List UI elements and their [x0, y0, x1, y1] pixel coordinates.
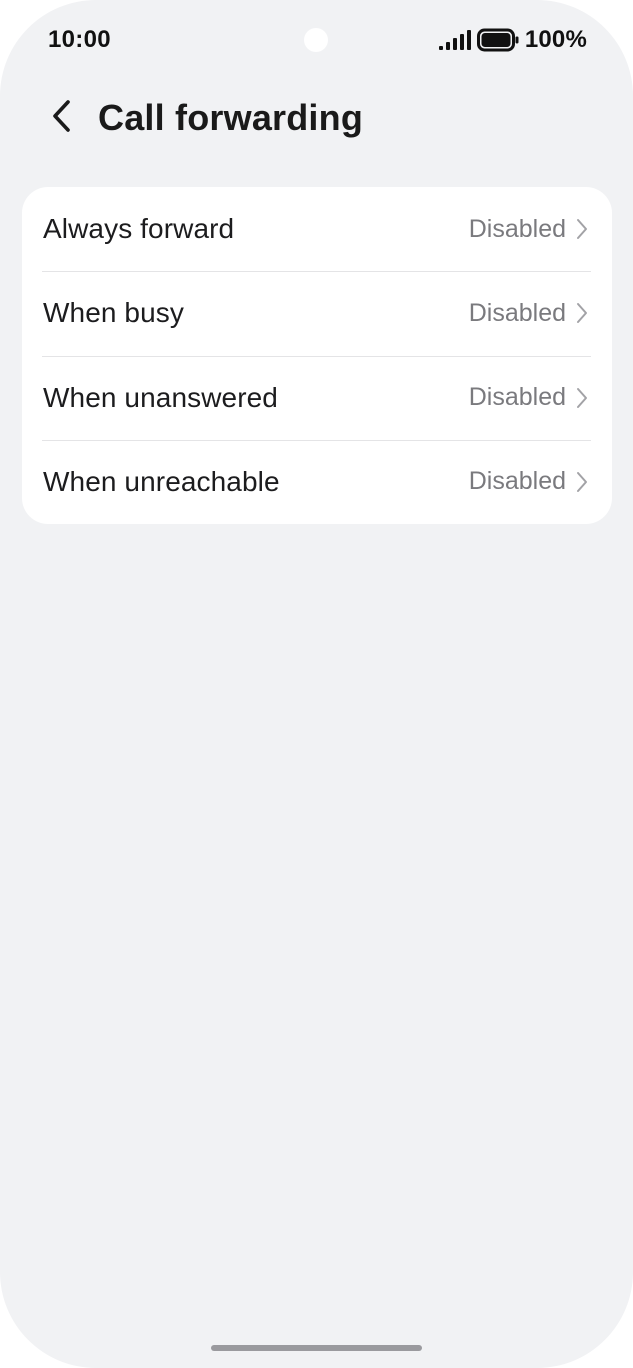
chevron-right-icon [576, 387, 588, 409]
battery-percentage: 100% [524, 26, 587, 53]
header: Call forwarding [0, 80, 633, 160]
option-when-unanswered[interactable]: When unanswered Disabled [22, 355, 612, 440]
chevron-right-icon [576, 471, 588, 493]
signal-icon [438, 30, 471, 50]
option-status: Disabled [468, 467, 566, 496]
forwarding-options-card: Always forward Disabled When busy Disabl… [22, 187, 612, 524]
front-camera [304, 28, 328, 52]
chevron-left-icon [50, 98, 74, 139]
option-label: When unanswered [43, 381, 278, 413]
option-label: When unreachable [43, 465, 280, 497]
status-time: 10:00 [48, 26, 111, 53]
page-title: Call forwarding [98, 97, 364, 138]
phone-screen: 10:00 100% Call forwarding Always forwar… [0, 0, 633, 1368]
home-indicator[interactable] [211, 1345, 422, 1351]
option-label: When busy [43, 297, 184, 329]
option-label: Always forward [43, 213, 235, 245]
option-status: Disabled [468, 383, 566, 412]
option-always-forward[interactable]: Always forward Disabled [22, 187, 612, 271]
status-icons: 100% [438, 26, 587, 54]
battery-icon [476, 28, 519, 52]
chevron-right-icon [576, 218, 588, 240]
chevron-right-icon [576, 302, 588, 324]
back-button[interactable] [36, 92, 88, 144]
option-when-unreachable[interactable]: When unreachable Disabled [22, 439, 612, 524]
option-when-busy[interactable]: When busy Disabled [22, 271, 612, 355]
option-status: Disabled [468, 298, 566, 327]
status-bar: 10:00 100% [0, 0, 633, 80]
option-status: Disabled [468, 214, 566, 243]
